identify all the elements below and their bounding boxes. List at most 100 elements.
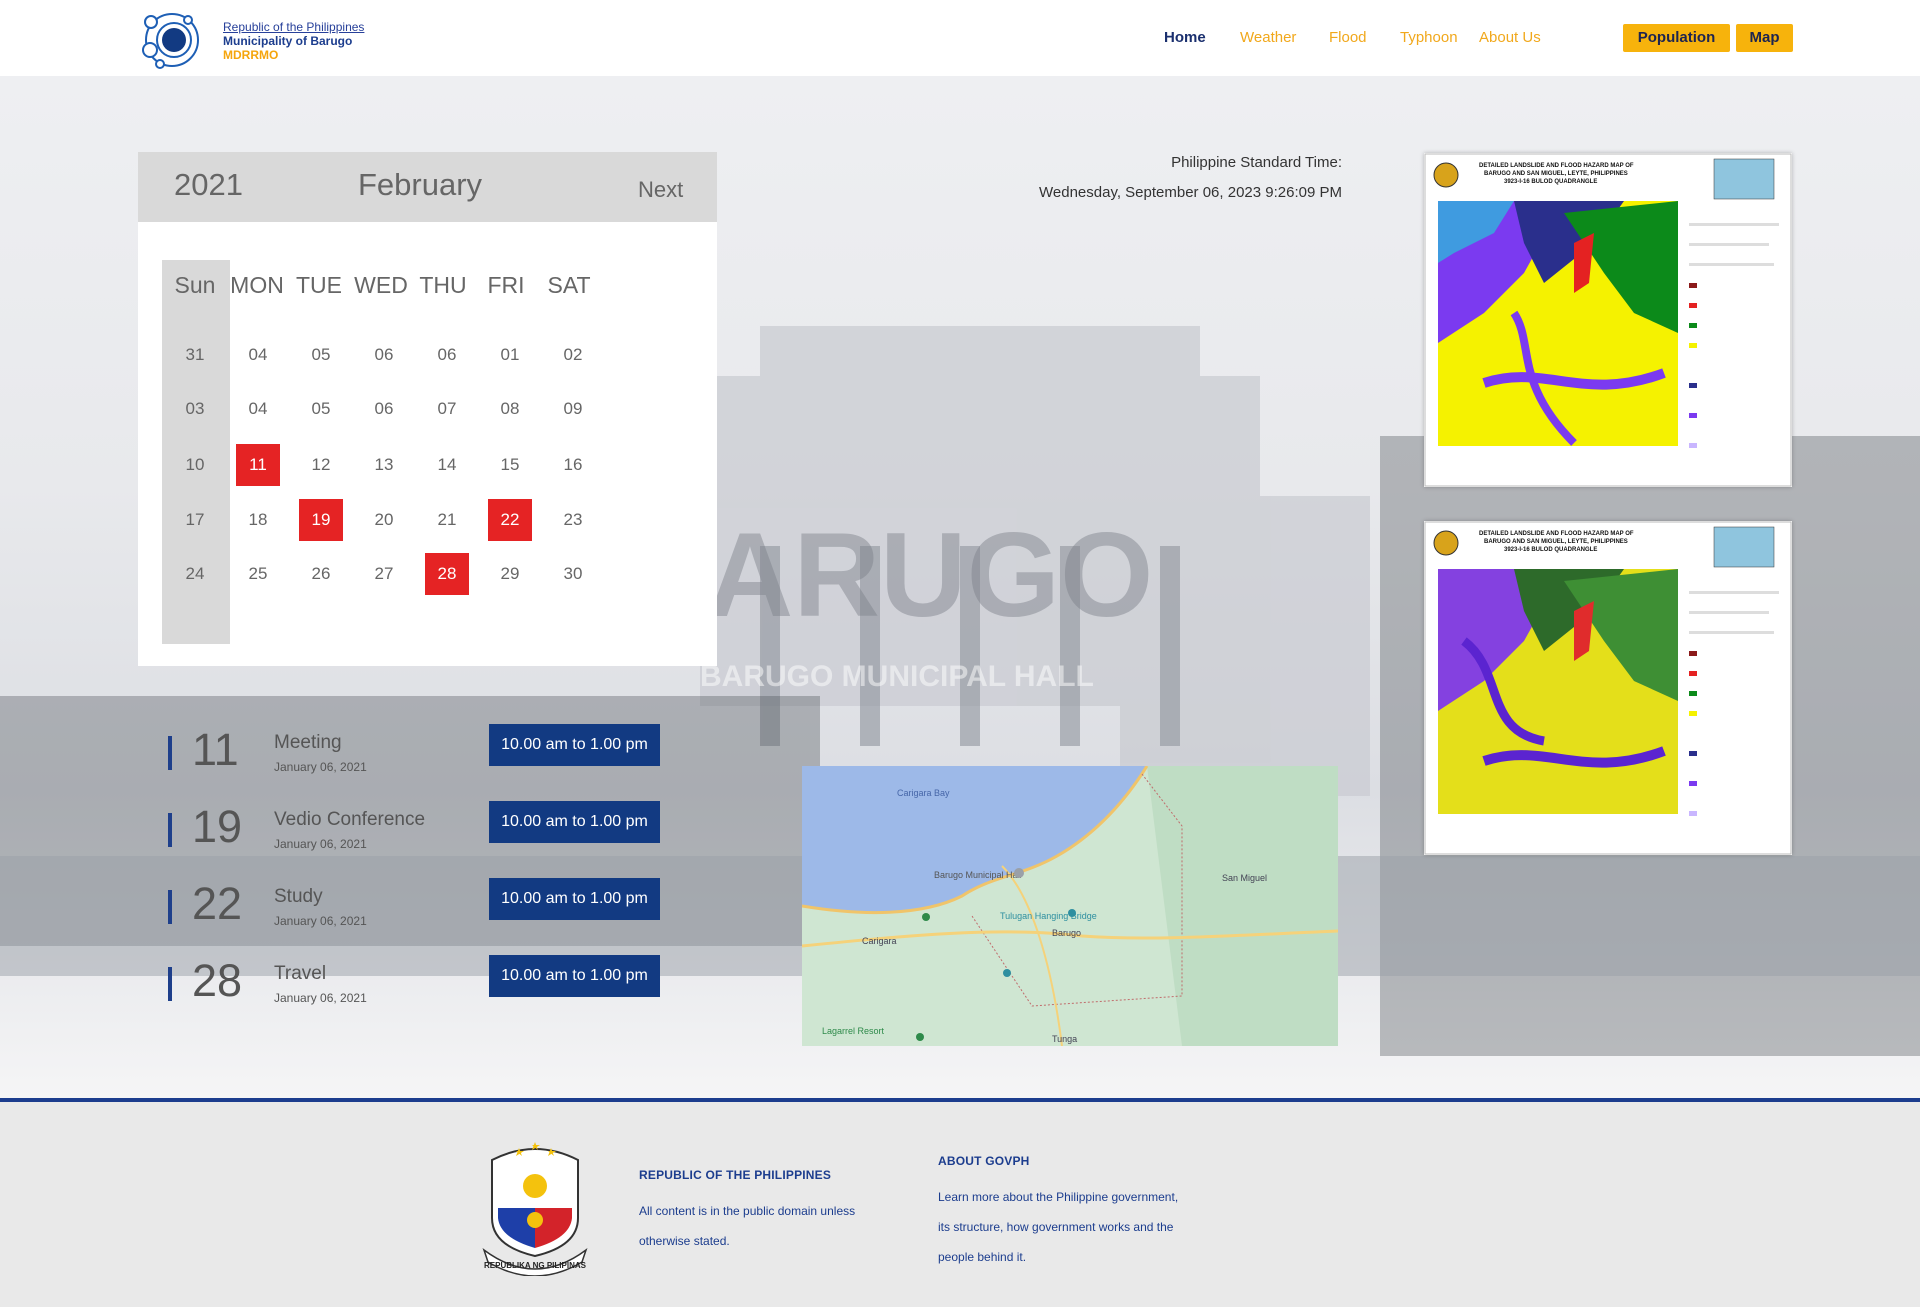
footer-republic-column: REPUBLIC OF THE PHILIPPINES All content … xyxy=(639,1168,879,1256)
map-label-san-miguel: San Miguel xyxy=(1222,873,1267,883)
calendar-day-event[interactable]: 22 xyxy=(488,499,532,541)
map-button[interactable]: Map xyxy=(1736,24,1793,52)
map-label-carigara: Carigara xyxy=(862,936,897,946)
event-time-button[interactable]: 10.00 am to 1.00 pm xyxy=(489,955,660,997)
footer-about-text-1: Learn more about the Philippine governme… xyxy=(938,1190,1179,1204)
event-time-button[interactable]: 10.00 am to 1.00 pm xyxy=(489,801,660,843)
event-accent-bar xyxy=(168,967,172,1001)
calendar-day[interactable]: 02 xyxy=(551,334,595,376)
calendar-day[interactable]: 20 xyxy=(362,499,406,541)
nav-typhoon[interactable]: Typhoon xyxy=(1400,29,1458,46)
nav-home[interactable]: Home xyxy=(1164,29,1206,46)
site-footer: REPUBLIKA NG PILIPINAS REPUBLIC OF THE P… xyxy=(0,1098,1920,1307)
nav-weather[interactable]: Weather xyxy=(1240,29,1296,46)
event-time-button[interactable]: 10.00 am to 1.00 pm xyxy=(489,878,660,920)
weekday-thu: THU xyxy=(419,272,467,298)
calendar-day[interactable]: 07 xyxy=(425,388,469,430)
footer-about-heading[interactable]: ABOUT GOVPH xyxy=(938,1154,1208,1168)
pst-label: Philippine Standard Time: xyxy=(1171,154,1342,171)
event-date: January 06, 2021 xyxy=(274,991,367,1005)
calendar-next-button[interactable]: Next xyxy=(638,177,683,203)
weekday-sat: SAT xyxy=(547,272,591,298)
calendar-day[interactable]: 08 xyxy=(488,388,532,430)
calendar-day[interactable]: 31 xyxy=(173,334,217,376)
calendar-day[interactable]: 17 xyxy=(173,499,217,541)
hazard-map-flood[interactable]: DETAILED LANDSLIDE AND FLOOD HAZARD MAP … xyxy=(1424,521,1792,855)
calendar-day[interactable]: 30 xyxy=(551,553,595,595)
event-accent-bar xyxy=(168,736,172,770)
event-day: 19 xyxy=(192,801,243,852)
event-item: 19 Vedio Conference January 06, 2021 10.00 … xyxy=(168,801,688,871)
calendar-day-event[interactable]: 19 xyxy=(299,499,343,541)
footer-about-column: ABOUT GOVPH Learn more about the Philipp… xyxy=(938,1154,1208,1272)
calendar-day[interactable]: 24 xyxy=(173,553,217,595)
map-label-municipal-hall: Barugo Municipal Hall xyxy=(934,870,1022,880)
event-time-button[interactable]: 10.00 am to 1.00 pm xyxy=(489,724,660,766)
map-label-lagarrel: Lagarrel Resort xyxy=(822,1026,885,1036)
hazard-map-landslide[interactable]: DETAILED LANDSLIDE AND FLOOD HAZARD MAP … xyxy=(1424,153,1792,487)
calendar-day[interactable]: 06 xyxy=(425,334,469,376)
calendar-day[interactable]: 01 xyxy=(488,334,532,376)
brand-mdrrmo: MDRRMO xyxy=(223,48,279,62)
calendar-day[interactable]: 18 xyxy=(236,499,280,541)
calendar-day[interactable]: 25 xyxy=(236,553,280,595)
map-label-bridge: Tulugan Hanging Bridge xyxy=(1000,911,1097,921)
event-day: 11 xyxy=(192,724,239,775)
event-title: Travel xyxy=(274,963,327,984)
calendar-day[interactable]: 04 xyxy=(236,334,280,376)
calendar-day[interactable]: 15 xyxy=(488,444,532,486)
calendar-day[interactable]: 14 xyxy=(425,444,469,486)
event-item: 11 Meeting January 06, 2021 10.00 am to 1.0… xyxy=(168,724,688,794)
calendar-day-event[interactable]: 28 xyxy=(425,553,469,595)
event-item: 28 Travel January 06, 2021 10.00 am to 1.00… xyxy=(168,955,688,1025)
calendar-day[interactable]: 09 xyxy=(551,388,595,430)
brand-text: Republic of the Philippines Municipality… xyxy=(223,20,364,62)
brand-municipality: Municipality of Barugo xyxy=(223,34,353,48)
footer-republic-text-1: All content is in the public domain unle… xyxy=(639,1204,856,1218)
calendar-day[interactable]: 16 xyxy=(551,444,595,486)
hazard-map-1-title-1: DETAILED LANDSLIDE AND FLOOD HAZARD MAP … xyxy=(1479,163,1634,169)
calendar-day[interactable]: 03 xyxy=(173,388,217,430)
calendar-day[interactable]: 06 xyxy=(362,388,406,430)
nav-about[interactable]: About Us xyxy=(1479,29,1541,46)
calendar-day[interactable]: 05 xyxy=(299,388,343,430)
nav-flood[interactable]: Flood xyxy=(1329,29,1367,46)
weekday-sun: Sun xyxy=(174,272,216,298)
calendar-day[interactable]: 29 xyxy=(488,553,532,595)
event-day: 22 xyxy=(192,878,243,929)
calendar-day[interactable]: 13 xyxy=(362,444,406,486)
map-label-barugo: Barugo xyxy=(1052,928,1081,938)
calendar-month: February xyxy=(358,167,483,202)
event-date: January 06, 2021 xyxy=(274,914,367,928)
calendar-day[interactable]: 21 xyxy=(425,499,469,541)
philippine-seal-icon: REPUBLIKA NG PILIPINAS xyxy=(482,1142,588,1276)
calendar-day[interactable]: 27 xyxy=(362,553,406,595)
population-button[interactable]: Population xyxy=(1623,24,1730,52)
hazard-map-2-title-1: DETAILED LANDSLIDE AND FLOOD HAZARD MAP … xyxy=(1479,531,1634,537)
mdrrmo-logo[interactable] xyxy=(138,9,202,69)
event-date: January 06, 2021 xyxy=(274,837,367,851)
weekday-tue: TUE xyxy=(296,272,342,298)
event-title: Vedio Conference xyxy=(274,809,426,830)
brand-republic[interactable]: Republic of the Philippines xyxy=(223,20,364,34)
footer-republic-text-2: otherwise stated. xyxy=(639,1234,730,1248)
calendar-day-event[interactable]: 11 xyxy=(236,444,280,486)
calendar-day[interactable]: 12 xyxy=(299,444,343,486)
map-label-tunga: Tunga xyxy=(1052,1034,1077,1044)
location-map[interactable]: Carigara Bay Barugo San Miguel Carigara … xyxy=(802,766,1338,1046)
calendar-day[interactable]: 06 xyxy=(362,334,406,376)
calendar-day[interactable]: 26 xyxy=(299,553,343,595)
calendar-header: 2021 February Next xyxy=(138,152,717,222)
hazard-map-2-title-3: 3923-I-16 BULOD QUADRANGLE xyxy=(1504,547,1597,553)
footer-about-text-2: its structure, how government works and … xyxy=(938,1220,1174,1234)
event-day: 28 xyxy=(192,955,243,1006)
calendar-day[interactable]: 10 xyxy=(173,444,217,486)
event-item: 22 Study January 06, 2021 10.00 am to 1.00 … xyxy=(168,878,688,948)
site-header: Republic of the Philippines Municipality… xyxy=(0,0,1920,76)
calendar-day[interactable]: 04 xyxy=(236,388,280,430)
pst-datetime: Wednesday, September 06, 2023 9:26:09 PM xyxy=(1039,184,1342,201)
seal-text: REPUBLIKA NG PILIPINAS xyxy=(484,1261,587,1270)
calendar-day[interactable]: 05 xyxy=(299,334,343,376)
calendar-day[interactable]: 23 xyxy=(551,499,595,541)
calendar-year: 2021 xyxy=(174,167,243,202)
